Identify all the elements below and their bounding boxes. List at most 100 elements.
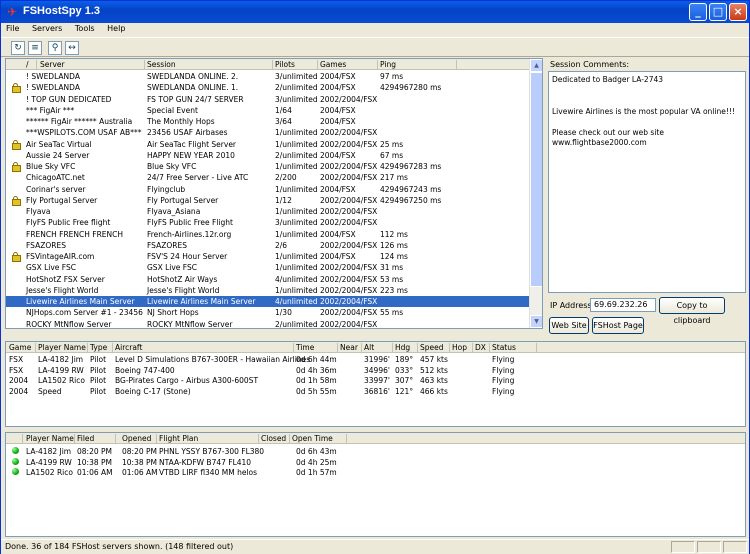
- filter-icon[interactable]: ≡: [28, 41, 42, 55]
- server-list[interactable]: / Server Session Pilots Games Ping ! SWE…: [5, 58, 543, 329]
- menu-file[interactable]: File: [1, 23, 24, 34]
- server-row[interactable]: *** FigAir *** Special Event 1/64 2004/FSX: [6, 105, 542, 116]
- col-aircraft[interactable]: Aircraft: [115, 343, 142, 352]
- col-near[interactable]: Near: [340, 343, 358, 352]
- col-server[interactable]: Server: [40, 60, 65, 69]
- col-status[interactable]: Status: [492, 343, 516, 352]
- col-type[interactable]: Type: [90, 343, 107, 352]
- server-row[interactable]: FSVintageAIR.com FSV'S 24 Hour Server 1/un…: [6, 251, 542, 262]
- flight-plan-row[interactable]: LA-4199 RW 10:38 PM 10:38 PM NTAA-KDFW B747…: [6, 457, 745, 468]
- search-icon[interactable]: ⚲: [48, 41, 62, 55]
- scroll-thumb[interactable]: [530, 72, 542, 287]
- pilot-count: 2/unlimited: [275, 83, 318, 93]
- server-row[interactable]: FRENCH FRENCH FRENCH French-Airlines.12r.…: [6, 229, 542, 240]
- refresh-icon[interactable]: ↻: [11, 41, 25, 55]
- col-ping[interactable]: Ping: [380, 60, 396, 69]
- server-row[interactable]: Blue Sky VFC Blue Sky VFC 1/unlimited 2002/…: [6, 161, 542, 172]
- server-row[interactable]: Corinar's server Flyingclub 1/unlimited 200…: [6, 184, 542, 195]
- col-games[interactable]: Games: [320, 60, 346, 69]
- close-button[interactable]: ×: [729, 3, 747, 21]
- col-hdg[interactable]: Hdg: [395, 343, 410, 352]
- server-row[interactable]: HotShotZ FSX Server HotShotZ Air Ways 4/un…: [6, 274, 542, 285]
- col-flight-plan[interactable]: Flight Plan: [159, 434, 198, 443]
- fshost-page-button[interactable]: FSHost Page: [592, 317, 644, 334]
- status: Flying: [492, 355, 515, 364]
- server-row[interactable]: Livewire Airlines Main Server Livewire Ai…: [6, 296, 542, 307]
- server-row[interactable]: ****** FigAir ****** Australia The Monthl…: [6, 116, 542, 127]
- speed: 463 kts: [420, 376, 448, 385]
- title-bar[interactable]: ✈ FSHostSpy 1.3 _ □ ×: [1, 1, 749, 23]
- server-row[interactable]: ! SWEDLANDA SWEDLANDA ONLINE. 1. 2/unlimit…: [6, 82, 542, 94]
- player-name: LA-4182 Jim: [38, 355, 84, 364]
- copy-to-clipboard-button[interactable]: Copy to clipboard: [659, 297, 725, 325]
- col-lock[interactable]: /: [26, 60, 29, 69]
- server-name: NJHops.com Server #1 - 23456: [26, 308, 143, 318]
- status-dot-icon: [12, 447, 19, 454]
- ping: 55 ms: [380, 308, 404, 318]
- server-name: Flyava: [26, 207, 51, 216]
- col-speed[interactable]: Speed: [420, 343, 444, 352]
- web-site-button[interactable]: Web Site: [549, 317, 589, 334]
- flight-plan-row[interactable]: LA1502 Rico 01:06 AM 01:06 AM VTBD LIRF fl3…: [6, 467, 745, 478]
- type: Pilot: [90, 355, 107, 364]
- server-row[interactable]: NJHops.com Server #1 - 23456 NJ Short Hop…: [6, 307, 542, 318]
- server-row[interactable]: GSX Live FSC GSX Live FSC 1/unlimited 2002/…: [6, 262, 542, 273]
- col-dx[interactable]: DX: [475, 343, 486, 352]
- server-row[interactable]: ! TOP GUN DEDICATED FS TOP GUN 24/7 SERVE…: [6, 94, 542, 105]
- col-player-name[interactable]: Player Name: [38, 343, 86, 352]
- server-row[interactable]: Air SeaTac Virtual Air SeaTac Flight Serv…: [6, 139, 542, 150]
- flight-plan-row[interactable]: LA-4182 Jim 08:20 PM 08:20 PM PHNL YSSY B76…: [6, 446, 745, 457]
- filed-time: 08:20 PM: [77, 447, 112, 456]
- server-list-scrollbar[interactable]: ▲ ▼: [529, 59, 542, 328]
- minimize-button[interactable]: _: [689, 3, 707, 21]
- col-session[interactable]: Session: [147, 60, 176, 69]
- server-row[interactable]: FlyFS Public Free flight FlyFS Public Fre…: [6, 217, 542, 228]
- col-fp-player-name[interactable]: Player Name: [26, 434, 74, 443]
- server-row[interactable]: Aussie 24 Server HAPPY NEW YEAR 2010 2/unl…: [6, 150, 542, 161]
- menu-servers[interactable]: Servers: [27, 23, 67, 34]
- time: 0d 5h 55m: [296, 386, 337, 396]
- time: 0d 1h 58m: [296, 376, 337, 385]
- server-row[interactable]: Jesse's Flight World Jesse's Flight World…: [6, 285, 542, 296]
- connect-icon[interactable]: ↔: [65, 41, 79, 55]
- session-name: Flyava_Asiana: [147, 207, 201, 216]
- col-closed[interactable]: Closed: [261, 434, 286, 443]
- maximize-button[interactable]: □: [709, 3, 727, 21]
- server-row[interactable]: ! SWEDLANDA SWEDLANDA ONLINE. 2. 3/unlimit…: [6, 71, 542, 82]
- pilot-row[interactable]: 2004 Speed Pilot Boeing C-17 (Stone) 0d 5h 5…: [6, 386, 745, 397]
- col-pilots[interactable]: Pilots: [275, 60, 295, 69]
- server-row[interactable]: Flyava Flyava_Asiana 1/unlimited 2002/2004/…: [6, 206, 542, 217]
- server-name: Aussie 24 Server: [26, 150, 90, 160]
- pilot-row[interactable]: FSX LA-4182 Jim Pilot Level D Simulations B…: [6, 354, 745, 365]
- server-row[interactable]: ***WSPILOTS.COM USAF AB*** 23456 USAF Air…: [6, 127, 542, 138]
- col-time[interactable]: Time: [296, 343, 314, 352]
- server-row[interactable]: FSAZORES FSAZORES 2/6 2002/2004/FSX 126 ms: [6, 240, 542, 251]
- server-row[interactable]: ROCKY MtNflow Server ROCKY MtNflow Server…: [6, 319, 542, 329]
- menu-tools[interactable]: Tools: [70, 23, 100, 34]
- server-row[interactable]: ChicagoATC.net 24/7 Free Server - Live AT…: [6, 172, 542, 183]
- scroll-up-arrow-icon[interactable]: ▲: [530, 59, 542, 72]
- comment-line: Livewire Airlines is the most popular VA…: [552, 106, 735, 116]
- pilot-row[interactable]: 2004 LA1502 Rico Pilot BG-Pirates Cargo - A…: [6, 375, 745, 386]
- pilot-count: 1/30: [275, 308, 292, 318]
- flight-plan-list[interactable]: Player Name Filed Opened Flight Plan Clo…: [5, 432, 746, 537]
- pilot-list[interactable]: Game Player Name Type Aircraft Time Near…: [5, 341, 746, 427]
- col-game[interactable]: Game: [9, 343, 31, 352]
- col-hop[interactable]: Hop: [452, 343, 467, 352]
- scroll-down-arrow-icon[interactable]: ▼: [530, 315, 542, 328]
- server-name: ***WSPILOTS.COM USAF AB***: [26, 128, 142, 138]
- speed: 512 kts: [420, 365, 448, 375]
- session-name: 24/7 Free Server - Live ATC: [147, 173, 249, 183]
- col-opened[interactable]: Opened: [122, 434, 151, 443]
- menu-help[interactable]: Help: [102, 23, 130, 34]
- col-alt[interactable]: Alt: [364, 343, 374, 352]
- session-name: 23456 USAF Airbases: [147, 128, 228, 138]
- time: 0d 6h 44m: [296, 355, 337, 364]
- col-open-time[interactable]: Open Time: [292, 434, 333, 443]
- server-row[interactable]: Fly Portugal Server Fly Portugal Server 1/…: [6, 195, 542, 206]
- session-name: Special Event: [147, 105, 198, 115]
- col-filed[interactable]: Filed: [77, 434, 94, 443]
- ip-address-field[interactable]: 69.69.232.26: [590, 298, 656, 312]
- server-name: ! SWEDLANDA: [26, 83, 80, 93]
- pilot-row[interactable]: FSX LA-4199 RW Pilot Boeing 747-400 0d 4h 36…: [6, 365, 745, 376]
